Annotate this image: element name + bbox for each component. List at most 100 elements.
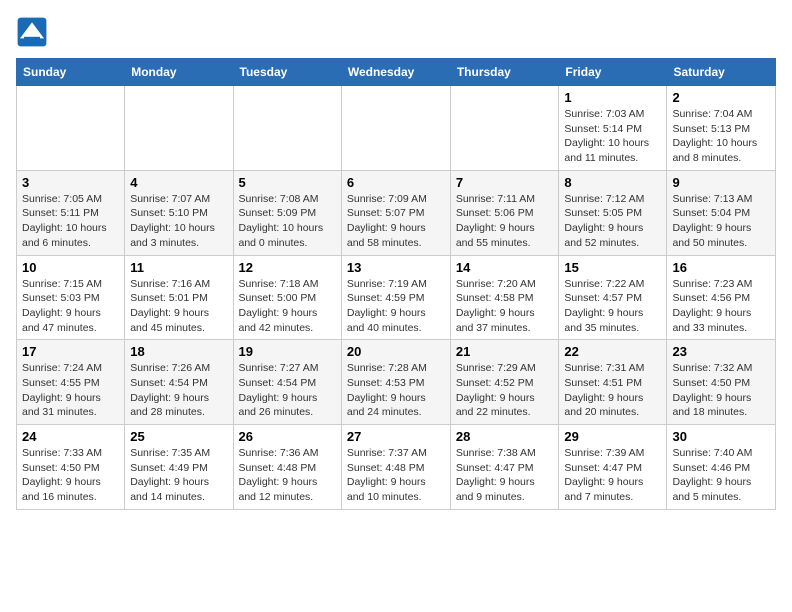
day-info: Sunrise: 7:40 AMSunset: 4:46 PMDaylight:… (672, 446, 770, 505)
day-number: 18 (130, 344, 227, 359)
day-number: 9 (672, 175, 770, 190)
day-cell: 4 Sunrise: 7:07 AMSunset: 5:10 PMDaylight… (125, 170, 233, 255)
day-cell: 2 Sunrise: 7:04 AMSunset: 5:13 PMDaylight… (667, 86, 776, 171)
day-number: 20 (347, 344, 445, 359)
day-info: Sunrise: 7:04 AMSunset: 5:13 PMDaylight:… (672, 107, 770, 166)
day-cell: 22 Sunrise: 7:31 AMSunset: 4:51 PMDayligh… (559, 340, 667, 425)
day-info: Sunrise: 7:31 AMSunset: 4:51 PMDaylight:… (564, 361, 661, 420)
calendar: SundayMondayTuesdayWednesdayThursdayFrid… (16, 58, 776, 510)
day-number: 30 (672, 429, 770, 444)
day-info: Sunrise: 7:32 AMSunset: 4:50 PMDaylight:… (672, 361, 770, 420)
day-number: 26 (239, 429, 336, 444)
day-cell: 18 Sunrise: 7:26 AMSunset: 4:54 PMDayligh… (125, 340, 233, 425)
day-cell: 30 Sunrise: 7:40 AMSunset: 4:46 PMDayligh… (667, 425, 776, 510)
day-cell (450, 86, 559, 171)
day-cell: 12Sunrise: 7:18 AMSunset: 5:00 PMDayligh… (233, 255, 341, 340)
day-number: 11 (130, 260, 227, 275)
day-info: Sunrise: 7:15 AMSunset: 5:03 PMDaylight:… (22, 277, 119, 336)
day-info: Sunrise: 7:37 AMSunset: 4:48 PMDaylight:… (347, 446, 445, 505)
day-cell: 28 Sunrise: 7:38 AMSunset: 4:47 PMDayligh… (450, 425, 559, 510)
logo-icon (16, 16, 48, 48)
day-cell: 10 Sunrise: 7:15 AMSunset: 5:03 PMDayligh… (17, 255, 125, 340)
day-number: 10 (22, 260, 119, 275)
day-cell: 29Sunrise: 7:39 AMSunset: 4:47 PMDayligh… (559, 425, 667, 510)
week-row: 24 Sunrise: 7:33 AMSunset: 4:50 PMDayligh… (17, 425, 776, 510)
day-number: 13 (347, 260, 445, 275)
weekday-header-thursday: Thursday (450, 59, 559, 86)
logo (16, 16, 52, 48)
day-number: 1 (564, 90, 661, 105)
day-info: Sunrise: 7:16 AMSunset: 5:01 PMDaylight:… (130, 277, 227, 336)
day-number: 7 (456, 175, 554, 190)
day-number: 28 (456, 429, 554, 444)
day-cell (341, 86, 450, 171)
day-info: Sunrise: 7:03 AMSunset: 5:14 PMDaylight:… (564, 107, 661, 166)
day-cell: 27 Sunrise: 7:37 AMSunset: 4:48 PMDayligh… (341, 425, 450, 510)
day-number: 6 (347, 175, 445, 190)
day-info: Sunrise: 7:08 AMSunset: 5:09 PMDaylight:… (239, 192, 336, 251)
day-cell: 14Sunrise: 7:20 AMSunset: 4:58 PMDayligh… (450, 255, 559, 340)
day-number: 2 (672, 90, 770, 105)
day-number: 23 (672, 344, 770, 359)
day-number: 5 (239, 175, 336, 190)
day-number: 21 (456, 344, 554, 359)
day-cell: 5 Sunrise: 7:08 AMSunset: 5:09 PMDaylight… (233, 170, 341, 255)
day-cell: 16Sunrise: 7:23 AMSunset: 4:56 PMDayligh… (667, 255, 776, 340)
week-row: 1 Sunrise: 7:03 AMSunset: 5:14 PMDaylight… (17, 86, 776, 171)
day-cell: 23 Sunrise: 7:32 AMSunset: 4:50 PMDayligh… (667, 340, 776, 425)
day-info: Sunrise: 7:11 AMSunset: 5:06 PMDaylight:… (456, 192, 554, 251)
day-info: Sunrise: 7:18 AMSunset: 5:00 PMDaylight:… (239, 277, 336, 336)
header (16, 16, 776, 48)
day-cell: 15Sunrise: 7:22 AMSunset: 4:57 PMDayligh… (559, 255, 667, 340)
day-info: Sunrise: 7:23 AMSunset: 4:56 PMDaylight:… (672, 277, 770, 336)
day-cell (17, 86, 125, 171)
day-cell: 6 Sunrise: 7:09 AMSunset: 5:07 PMDaylight… (341, 170, 450, 255)
day-cell (233, 86, 341, 171)
day-cell: 19 Sunrise: 7:27 AMSunset: 4:54 PMDayligh… (233, 340, 341, 425)
day-info: Sunrise: 7:38 AMSunset: 4:47 PMDaylight:… (456, 446, 554, 505)
day-cell: 25 Sunrise: 7:35 AMSunset: 4:49 PMDayligh… (125, 425, 233, 510)
day-number: 27 (347, 429, 445, 444)
week-row: 10 Sunrise: 7:15 AMSunset: 5:03 PMDayligh… (17, 255, 776, 340)
day-cell: 9 Sunrise: 7:13 AMSunset: 5:04 PMDaylight… (667, 170, 776, 255)
day-info: Sunrise: 7:09 AMSunset: 5:07 PMDaylight:… (347, 192, 445, 251)
weekday-header-wednesday: Wednesday (341, 59, 450, 86)
day-cell: 8 Sunrise: 7:12 AMSunset: 5:05 PMDaylight… (559, 170, 667, 255)
day-number: 4 (130, 175, 227, 190)
day-info: Sunrise: 7:19 AMSunset: 4:59 PMDaylight:… (347, 277, 445, 336)
day-cell: 24 Sunrise: 7:33 AMSunset: 4:50 PMDayligh… (17, 425, 125, 510)
week-row: 17Sunrise: 7:24 AMSunset: 4:55 PMDayligh… (17, 340, 776, 425)
day-number: 22 (564, 344, 661, 359)
day-number: 15 (564, 260, 661, 275)
weekday-header-friday: Friday (559, 59, 667, 86)
day-number: 8 (564, 175, 661, 190)
day-info: Sunrise: 7:07 AMSunset: 5:10 PMDaylight:… (130, 192, 227, 251)
day-info: Sunrise: 7:12 AMSunset: 5:05 PMDaylight:… (564, 192, 661, 251)
day-info: Sunrise: 7:26 AMSunset: 4:54 PMDaylight:… (130, 361, 227, 420)
day-info: Sunrise: 7:20 AMSunset: 4:58 PMDaylight:… (456, 277, 554, 336)
day-cell: 20 Sunrise: 7:28 AMSunset: 4:53 PMDayligh… (341, 340, 450, 425)
day-number: 25 (130, 429, 227, 444)
weekday-header-sunday: Sunday (17, 59, 125, 86)
calendar-body: 1 Sunrise: 7:03 AMSunset: 5:14 PMDaylight… (17, 86, 776, 510)
day-cell (125, 86, 233, 171)
day-cell: 17Sunrise: 7:24 AMSunset: 4:55 PMDayligh… (17, 340, 125, 425)
day-info: Sunrise: 7:05 AMSunset: 5:11 PMDaylight:… (22, 192, 119, 251)
day-number: 24 (22, 429, 119, 444)
day-info: Sunrise: 7:13 AMSunset: 5:04 PMDaylight:… (672, 192, 770, 251)
day-cell: 26 Sunrise: 7:36 AMSunset: 4:48 PMDayligh… (233, 425, 341, 510)
day-info: Sunrise: 7:27 AMSunset: 4:54 PMDaylight:… (239, 361, 336, 420)
day-cell: 21 Sunrise: 7:29 AMSunset: 4:52 PMDayligh… (450, 340, 559, 425)
day-info: Sunrise: 7:24 AMSunset: 4:55 PMDaylight:… (22, 361, 119, 420)
weekday-row: SundayMondayTuesdayWednesdayThursdayFrid… (17, 59, 776, 86)
day-info: Sunrise: 7:39 AMSunset: 4:47 PMDaylight:… (564, 446, 661, 505)
day-info: Sunrise: 7:35 AMSunset: 4:49 PMDaylight:… (130, 446, 227, 505)
day-cell: 3Sunrise: 7:05 AMSunset: 5:11 PMDaylight… (17, 170, 125, 255)
day-info: Sunrise: 7:33 AMSunset: 4:50 PMDaylight:… (22, 446, 119, 505)
day-info: Sunrise: 7:29 AMSunset: 4:52 PMDaylight:… (456, 361, 554, 420)
day-info: Sunrise: 7:28 AMSunset: 4:53 PMDaylight:… (347, 361, 445, 420)
day-cell: 11 Sunrise: 7:16 AMSunset: 5:01 PMDayligh… (125, 255, 233, 340)
day-number: 19 (239, 344, 336, 359)
day-info: Sunrise: 7:36 AMSunset: 4:48 PMDaylight:… (239, 446, 336, 505)
week-row: 3Sunrise: 7:05 AMSunset: 5:11 PMDaylight… (17, 170, 776, 255)
